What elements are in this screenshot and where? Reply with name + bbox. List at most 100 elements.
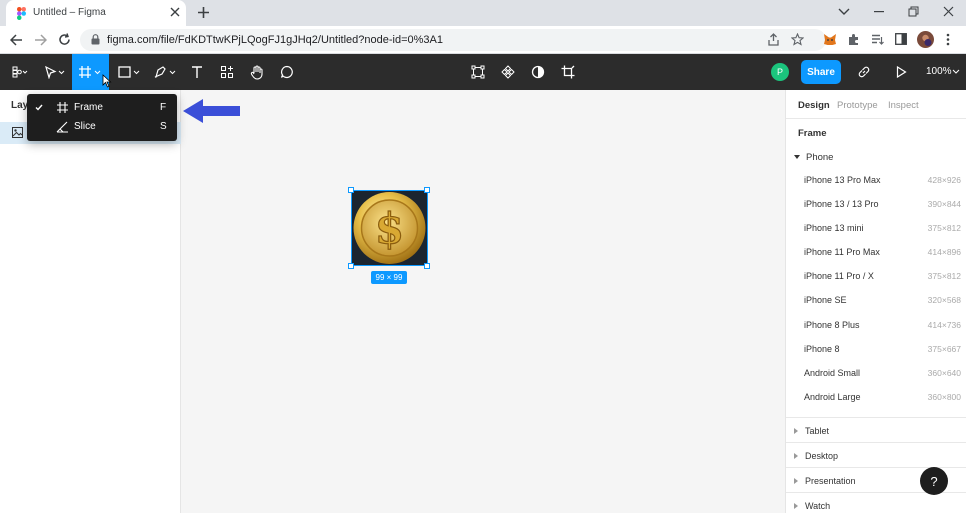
extensions-puzzle-icon[interactable] xyxy=(847,33,860,46)
reading-list-icon[interactable] xyxy=(871,34,884,45)
device-row[interactable]: iPhone 11 Pro Max 414×896 xyxy=(786,241,966,265)
device-size: 360×800 xyxy=(927,392,961,402)
checkmark-icon xyxy=(35,104,43,111)
new-tab-icon[interactable] xyxy=(197,6,210,19)
selected-image-frame[interactable]: $ xyxy=(351,190,428,266)
divider xyxy=(786,118,966,119)
back-icon[interactable] xyxy=(10,34,23,46)
tab-prototype[interactable]: Prototype xyxy=(837,100,878,111)
figma-favicon-icon xyxy=(17,7,26,20)
minimize-icon[interactable] xyxy=(874,11,884,13)
gold-dollar-coin-image: $ xyxy=(352,191,427,265)
device-name: Android Small xyxy=(804,368,861,378)
resize-handle-bottom-right[interactable] xyxy=(424,263,430,269)
bookmark-star-icon[interactable] xyxy=(791,33,804,46)
crop-button[interactable] xyxy=(557,54,579,90)
category-desktop[interactable]: Desktop xyxy=(786,442,966,467)
copy-link-button[interactable] xyxy=(853,54,875,90)
device-row[interactable]: iPhone 13 / 13 Pro 390×844 xyxy=(786,193,966,217)
figma-toolbar: P Share 100% xyxy=(0,54,966,90)
tab-search-chevron-icon[interactable] xyxy=(838,8,850,16)
device-row[interactable]: iPhone 8 375×667 xyxy=(786,338,966,362)
tab-design[interactable]: Design xyxy=(798,100,830,111)
dropdown-item-frame[interactable]: Frame F xyxy=(27,99,177,117)
layers-panel: Lay xyxy=(0,90,181,513)
properties-panel: Design Prototype Inspect Frame Phone iPh… xyxy=(785,90,966,513)
resize-handle-top-right[interactable] xyxy=(424,187,430,193)
category-watch[interactable]: Watch xyxy=(786,492,966,513)
hand-tool-button[interactable] xyxy=(246,54,268,90)
main-menu-button[interactable] xyxy=(6,54,34,90)
tab-inspect[interactable]: Inspect xyxy=(888,100,919,111)
zoom-level[interactable]: 100% xyxy=(926,66,952,77)
shape-tool-button[interactable] xyxy=(114,54,144,90)
help-button[interactable]: ? xyxy=(920,467,948,495)
dimensions-badge: 99 × 99 xyxy=(371,271,407,284)
side-panel-icon[interactable] xyxy=(895,33,907,45)
resources-button[interactable] xyxy=(216,54,238,90)
triangle-right-icon xyxy=(794,503,798,509)
user-avatar[interactable]: P xyxy=(771,63,789,81)
move-tool-button[interactable] xyxy=(40,54,70,90)
text-icon xyxy=(190,65,204,79)
component-frame-icon xyxy=(471,65,485,79)
browser-menu-icon[interactable] xyxy=(946,33,950,46)
forward-icon[interactable] xyxy=(34,34,47,46)
category-tablet[interactable]: Tablet xyxy=(786,417,966,442)
restore-icon[interactable] xyxy=(908,6,919,17)
component-button[interactable] xyxy=(497,54,519,90)
contrast-icon xyxy=(531,65,545,79)
device-row[interactable]: iPhone SE 320×568 xyxy=(786,289,966,313)
dropdown-item-slice[interactable]: Slice S xyxy=(27,118,177,136)
comment-tool-button[interactable] xyxy=(276,54,298,90)
mouse-cursor-icon xyxy=(102,74,112,88)
device-name: iPhone 13 Pro Max xyxy=(804,175,881,185)
pointer-arrow-icon xyxy=(183,98,241,124)
layers-tab-label[interactable]: Lay xyxy=(11,100,28,111)
pen-tool-button[interactable] xyxy=(150,54,180,90)
device-row[interactable]: Android Large 360×800 xyxy=(786,386,966,410)
window-close-icon[interactable] xyxy=(943,6,954,17)
device-row[interactable]: Android Small 360×640 xyxy=(786,362,966,386)
resize-handle-bottom-left[interactable] xyxy=(348,263,354,269)
lock-icon[interactable] xyxy=(91,34,100,45)
profile-avatar[interactable] xyxy=(917,31,934,48)
close-tab-icon[interactable] xyxy=(169,6,181,18)
triangle-right-icon xyxy=(794,453,798,459)
category-phone-label: Phone xyxy=(806,152,834,163)
device-size: 360×640 xyxy=(927,368,961,378)
present-button[interactable] xyxy=(890,54,912,90)
create-component-button[interactable] xyxy=(467,54,489,90)
crop-icon xyxy=(561,65,575,79)
device-row[interactable]: iPhone 8 Plus 414×736 xyxy=(786,314,966,338)
figma-logo-icon xyxy=(12,66,28,78)
reload-icon[interactable] xyxy=(58,33,71,46)
link-icon xyxy=(857,65,871,79)
share-page-icon[interactable] xyxy=(767,33,780,46)
share-button[interactable]: Share xyxy=(801,60,841,84)
hand-icon xyxy=(250,64,264,80)
metamask-extension-icon[interactable] xyxy=(823,33,837,46)
zoom-chevron-down-icon[interactable] xyxy=(952,69,960,75)
omnibox[interactable]: figma.com/file/FdKDTtwKPjLQogFJ1gJHq2/Un… xyxy=(80,29,826,51)
browser-tab[interactable]: Untitled – Figma xyxy=(6,0,186,26)
text-tool-button[interactable] xyxy=(186,54,208,90)
device-row[interactable]: iPhone 11 Pro / X 375×812 xyxy=(786,265,966,289)
device-size: 375×812 xyxy=(927,223,961,233)
design-canvas[interactable] xyxy=(181,90,785,513)
image-layer-icon xyxy=(12,127,23,138)
rectangle-icon xyxy=(116,65,142,79)
device-row[interactable]: iPhone 13 mini 375×812 xyxy=(786,217,966,241)
comment-bubble-icon xyxy=(280,65,294,79)
device-row[interactable]: iPhone 13 Pro Max 428×926 xyxy=(786,169,966,193)
resources-icon xyxy=(220,65,234,79)
resize-handle-top-left[interactable] xyxy=(348,187,354,193)
category-phone[interactable]: Phone xyxy=(794,152,833,163)
move-cursor-icon xyxy=(43,65,67,79)
device-size: 414×736 xyxy=(927,320,961,330)
category-label: Tablet xyxy=(805,426,830,436)
dropdown-item-label: Frame xyxy=(74,102,103,113)
pen-icon xyxy=(152,65,178,79)
mask-button[interactable] xyxy=(527,54,549,90)
shortcut-key: F xyxy=(160,102,167,113)
